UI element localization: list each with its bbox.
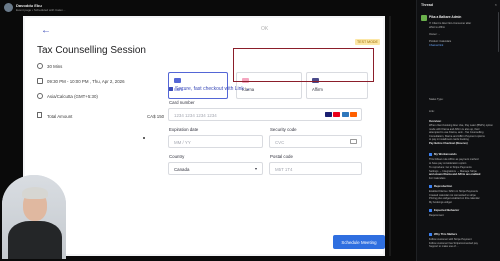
calendar-icon: [37, 78, 43, 84]
section-why-matters: Why This Matters: [429, 232, 457, 236]
cvc-input[interactable]: CVC: [269, 135, 362, 148]
section-icon: [429, 152, 432, 156]
presenter-avatar: [4, 3, 13, 12]
section-workarounds: My Workarounds: [429, 152, 457, 156]
section-icon: [429, 184, 432, 188]
section-icon: [429, 232, 432, 236]
top-hint: OK: [261, 26, 269, 32]
thread-line: Support to make use of ...: [429, 245, 459, 248]
amount-row: [37, 112, 42, 118]
thread-line: My bookings widget: [429, 200, 452, 204]
receipt-icon: [37, 112, 42, 118]
thread-line: Status Type:: [429, 98, 444, 101]
schedule-meeting-button[interactable]: Schedule Meeting: [333, 235, 385, 249]
thread-line: Pay Before Checkout (Reserve): [429, 141, 468, 145]
section-reproduction: Reproduction: [429, 184, 452, 188]
drawer-title: Thread: [421, 3, 433, 7]
webcam-overlay: [2, 175, 66, 259]
postal-input[interactable]: M5T 1T4: [269, 162, 362, 175]
card-brands: [324, 112, 357, 117]
amount-value: CA$ 150: [147, 114, 165, 119]
cursor-dot: [143, 137, 145, 139]
amex-icon: [341, 112, 349, 117]
thread-line: Requirement: [429, 214, 444, 217]
test-mode-badge: TEST MODE: [355, 39, 380, 45]
timezone-row: Asia/Calcutta (GMT+5:30): [37, 93, 98, 99]
datetime-row: 09:30 PM - 10:00 PM , Thu, Apr 2, 2026: [37, 78, 125, 84]
amount-label: Total Amount: [47, 114, 73, 119]
globe-icon: [37, 93, 43, 99]
annotation-highlight-box: [233, 48, 374, 82]
link-checkout-text: Secure, fast checkout with Link: [175, 86, 244, 92]
clock-icon: [37, 63, 43, 69]
cvc-card-icon: [350, 139, 357, 144]
datetime-text: 09:30 PM - 10:00 PM , Thu, Apr 2, 2026: [47, 78, 125, 84]
card-icon: [174, 78, 181, 83]
discover-icon: [350, 112, 357, 117]
expiry-label: Expiration date: [169, 127, 199, 132]
presenter-body: [8, 221, 62, 259]
chevron-down-icon: ▾: [254, 166, 257, 171]
thread-line: Overview:: [429, 120, 442, 123]
duration-text: 30 Mins: [47, 63, 63, 69]
thread-drawer: Thread × Pika a Balkare Admin ☐ Client i…: [416, 0, 500, 261]
sender-avatar: [421, 15, 427, 21]
section-expected: Expected Behavior: [429, 208, 459, 212]
page-title: Tax Counselling Session: [37, 45, 146, 56]
back-arrow-icon[interactable]: ←: [41, 25, 51, 36]
thread-line: Owner: ...: [429, 33, 441, 36]
card-number-label: Card number: [169, 100, 195, 105]
chevron-down-icon: ⌄: [245, 86, 251, 92]
page-scrollbar[interactable]: [389, 16, 391, 256]
country-label: Country: [169, 154, 185, 159]
thread-link[interactable]: Channel link: [429, 44, 499, 47]
lock-icon: [169, 87, 173, 91]
country-select[interactable]: Canada ▾: [168, 162, 263, 175]
card-number-input[interactable]: 1234 1234 1234 1234: [168, 108, 362, 121]
postal-label: Postal code: [270, 154, 293, 159]
screen: Davoddu Ebu Event page • Scheduled with …: [0, 0, 500, 261]
thread-line: effort to Affirm: [429, 25, 446, 29]
section-icon: [429, 208, 432, 212]
duration-row: 30 Mins: [37, 63, 62, 69]
thread-line: to have pay consideration option: [429, 161, 467, 165]
presenter-hair: [22, 187, 48, 199]
mastercard-icon: [333, 112, 340, 117]
timezone-text: Asia/Calcutta (GMT+5:30): [47, 93, 98, 99]
close-icon[interactable]: ×: [495, 2, 497, 7]
visa-icon: [324, 112, 332, 117]
sender-name: Pika a Balkare Admin: [429, 15, 462, 19]
presenter-header: Davoddu Ebu Event page • Scheduled with …: [4, 3, 65, 12]
presenter-subtitle: Event page • Scheduled with Calen...: [16, 8, 66, 12]
thread-line: Link:: [429, 110, 435, 113]
thread-line: For Calendars: [429, 176, 446, 180]
link-checkout-banner[interactable]: Secure, fast checkout with Link ⌄: [169, 86, 250, 92]
cvc-label: Security code: [270, 127, 297, 132]
expiry-input[interactable]: MM / YY: [168, 135, 263, 148]
